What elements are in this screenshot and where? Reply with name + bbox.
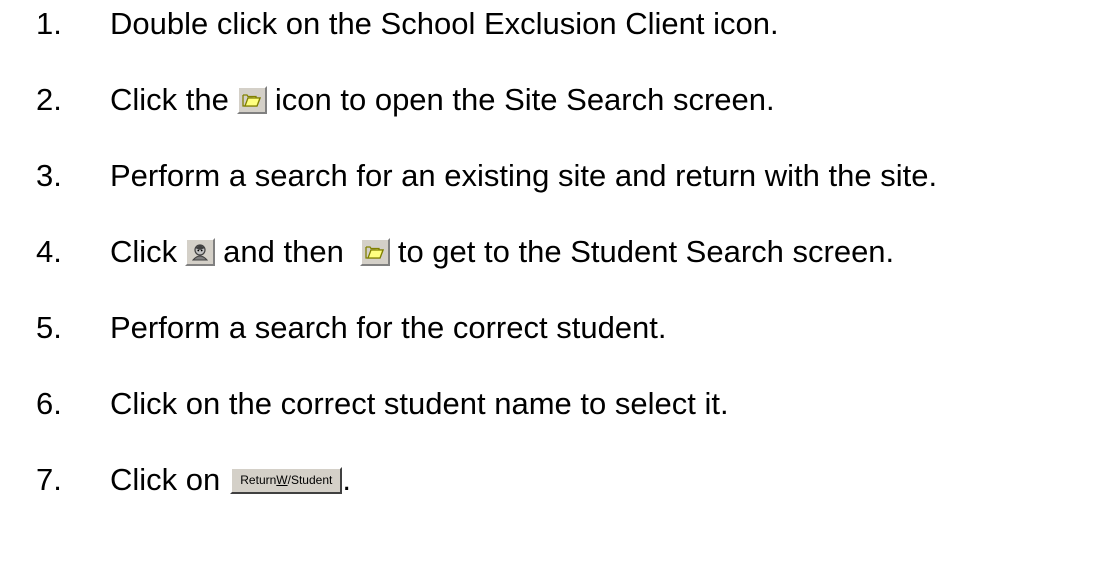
step-3-number: 3.: [36, 158, 62, 193]
step-7-number: 7.: [36, 462, 62, 497]
step-7-text-before: Click on: [110, 462, 221, 497]
step-4-text-before: Click: [110, 234, 178, 269]
step-2-number: 2.: [36, 82, 62, 117]
step-2-text: Click the icon to open the Site Search s…: [110, 82, 775, 118]
instruction-list: 1. Double click on the School Exclusion …: [0, 0, 1108, 581]
step-6-text: Click on the correct student name to sel…: [110, 386, 729, 421]
folder-open-icon: [236, 86, 267, 114]
step-4-number: 4.: [36, 234, 62, 269]
step-5-number: 5.: [36, 310, 62, 345]
return-with-student-button-accel: W: [276, 473, 288, 487]
step-7-text-after: .: [342, 462, 351, 497]
step-7: 7. Click on Return W/Student.: [36, 458, 351, 502]
step-1: 1. Double click on the School Exclusion …: [36, 2, 779, 46]
step-3: 3. Perform a search for an existing site…: [36, 154, 937, 198]
step-6-number: 6.: [36, 386, 62, 421]
step-2-text-after: icon to open the Site Search screen.: [274, 82, 775, 117]
return-with-student-button: Return W/Student: [230, 466, 343, 494]
step-2-text-before: Click the: [110, 82, 229, 117]
step-5: 5. Perform a search for the correct stud…: [36, 306, 667, 350]
step-4-text-after: to get to the Student Search screen.: [397, 234, 895, 269]
step-4-text-middle: and then: [223, 234, 344, 269]
step-4-text: Click and then to get to the Student Sea…: [110, 234, 894, 270]
step-4: 4. Click and then to get to the Student …: [36, 230, 894, 274]
step-2: 2. Click the icon to open the Site Searc…: [36, 78, 775, 122]
folder-open-icon: [359, 238, 390, 266]
step-1-text: Double click on the School Exclusion Cli…: [110, 6, 779, 41]
student-icon: [185, 238, 216, 266]
return-with-student-button-pre: Return: [240, 473, 277, 487]
step-3-text: Perform a search for an existing site an…: [110, 158, 938, 193]
step-5-text: Perform a search for the correct student…: [110, 310, 667, 345]
step-6: 6. Click on the correct student name to …: [36, 382, 729, 426]
step-7-text: Click on Return W/Student.: [110, 462, 351, 498]
return-with-student-button-post: /Student: [287, 473, 333, 487]
step-1-number: 1.: [36, 6, 62, 41]
